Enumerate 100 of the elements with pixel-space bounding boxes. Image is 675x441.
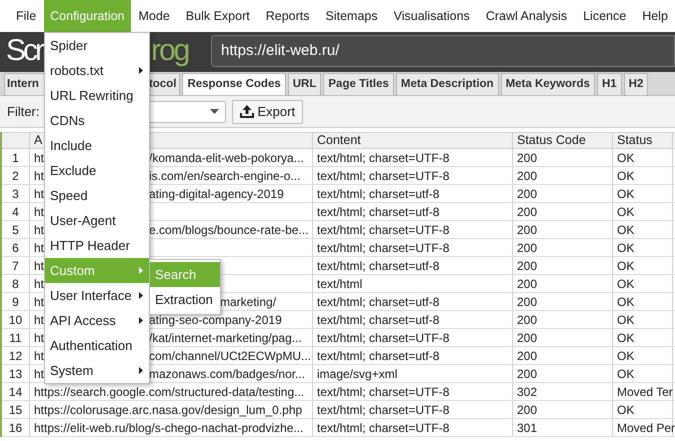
row-number: 11 — [2, 329, 30, 346]
table-cell: text/html; charset=utf-8 — [317, 187, 440, 201]
menu-item[interactable]: robots.txt — [45, 58, 149, 83]
table-cell: 200 — [517, 367, 538, 381]
table-cell: OK — [617, 331, 634, 345]
table-cell: ht — [34, 151, 44, 165]
table-cell-text: /komanda-elit-web-pokorya... — [149, 150, 304, 167]
table-cell: Moved Ter — [617, 385, 673, 399]
table-cell: OK — [617, 403, 634, 417]
menu-item[interactable]: Speed — [45, 183, 149, 208]
table-cell: OK — [617, 349, 634, 363]
table-cell: OK — [617, 169, 634, 183]
table-cell: text/html; charset=utf-8 — [317, 259, 440, 273]
menu-item[interactable]: File — [8, 0, 44, 32]
row-number: 2 — [2, 167, 30, 184]
table-cell: text/html; charset=UTF-8 — [317, 421, 450, 435]
menu-item[interactable]: User Interface — [45, 283, 149, 308]
tab[interactable]: Intern — [4, 73, 45, 95]
tab[interactable]: Response Codes — [182, 73, 286, 95]
table-cell: 200 — [517, 223, 538, 237]
menu-item[interactable]: System — [45, 358, 149, 383]
row-number: 3 — [2, 185, 30, 202]
table-cell: ht — [34, 223, 44, 237]
table-cell-text: ating-digital-agency-2019 — [149, 186, 284, 203]
menu-item[interactable]: Reports — [258, 0, 318, 32]
table-cell: image/svg+xml — [317, 367, 398, 381]
row-number: 8 — [2, 275, 30, 292]
column-header[interactable]: Content — [313, 133, 513, 148]
filter-label: Filter: — [7, 102, 40, 121]
menu-item[interactable]: User-Agent — [45, 208, 149, 233]
menu-item[interactable]: API Access — [45, 308, 149, 333]
upload-icon — [240, 105, 254, 118]
column-header[interactable]: Status — [613, 133, 673, 148]
tab[interactable]: Meta Keywords — [500, 73, 595, 95]
menu-item[interactable]: CDNs — [45, 108, 149, 133]
url-field[interactable]: https://elit-web.ru/ — [211, 35, 675, 67]
tab[interactable]: Page Titles — [323, 73, 394, 95]
table-cell: OK — [617, 187, 634, 201]
table-cell: OK — [617, 241, 634, 255]
tab[interactable]: Meta Description — [396, 73, 499, 95]
table-cell: text/html; charset=UTF-8 — [317, 385, 450, 399]
table-cell: 200 — [517, 151, 538, 165]
table-cell: ht — [34, 349, 44, 363]
tab[interactable]: H2 — [624, 73, 648, 95]
table-cell: ht — [34, 313, 44, 327]
menu-item[interactable]: Mode — [130, 0, 178, 32]
table-cell: ht — [34, 241, 44, 255]
menu-item[interactable]: Help — [634, 0, 675, 32]
table-cell: text/html; charset=UTF-8 — [317, 151, 450, 165]
row-number: 15 — [2, 401, 30, 418]
row-number: 12 — [2, 347, 30, 364]
table-cell: ht — [34, 187, 44, 201]
table-cell: ht — [34, 277, 44, 291]
table-cell: OK — [617, 295, 634, 309]
menu-item[interactable]: Authentication — [45, 333, 149, 358]
menu-item[interactable]: Crawl Analysis — [478, 0, 576, 32]
menu-item[interactable]: URL Rewriting — [45, 83, 149, 108]
table-cell: OK — [617, 277, 634, 291]
table-cell: OK — [617, 313, 634, 327]
row-number: 5 — [2, 221, 30, 238]
table-cell-text: /kat/internet-marketing/pag... — [149, 330, 302, 347]
tab[interactable]: URL — [288, 73, 322, 95]
logo: Scr — [6, 36, 42, 66]
menu-item[interactable]: Exclude — [45, 158, 149, 183]
row-number: 13 — [2, 365, 30, 382]
table-cell: text/html; charset=UTF-8 — [317, 331, 450, 345]
table-cell: ht — [34, 367, 44, 381]
table-cell: 302 — [517, 385, 538, 399]
caret-icon — [210, 109, 218, 114]
table-cell: ht — [34, 295, 44, 309]
menu-item[interactable]: Bulk Export — [178, 0, 258, 32]
menu-item[interactable]: Spider — [45, 33, 149, 58]
table-cell-text: ating-seo-company-2019 — [149, 312, 282, 329]
table-cell: text/html; charset=UTF-8 — [317, 169, 450, 183]
table-cell: text/html; charset=utf-8 — [317, 313, 440, 327]
menu-item[interactable]: HTTP Header — [45, 233, 149, 258]
menu-item[interactable]: Licence — [575, 0, 634, 32]
menu-item[interactable]: Visualisations — [386, 0, 478, 32]
logo: rog — [151, 36, 188, 66]
menu-item[interactable]: Extraction — [150, 287, 220, 312]
table-cell: https://colorusage.arc.nasa.gov/design_lum_0.php — [34, 403, 302, 417]
table-cell: 200 — [517, 313, 538, 327]
table-cell: ht — [34, 331, 44, 345]
row-number: 16 — [2, 419, 30, 436]
row-number: 10 — [2, 311, 30, 328]
table-cell: 200 — [517, 259, 538, 273]
table-cell: text/html; charset=utf-8 — [317, 205, 440, 219]
table-cell: ht — [34, 169, 44, 183]
tab[interactable]: H1 — [596, 73, 622, 95]
table-cell: 301 — [517, 421, 538, 435]
table-cell-text: mazonaws.com/badges/nor... — [149, 366, 306, 383]
table-cell: text/html; charset=UTF-8 — [317, 223, 450, 237]
table-cell: text/html; charset=UTF-8 — [317, 403, 450, 417]
export-button[interactable]: Export — [232, 100, 304, 124]
table-cell: OK — [617, 259, 634, 273]
column-header[interactable]: Status Code — [513, 133, 613, 148]
table-cell: OK — [617, 151, 634, 165]
menu-item[interactable]: Sitemaps — [318, 0, 386, 32]
table-cell-text: e.com/blogs/bounce-rate-be... — [149, 222, 308, 239]
table-cell: text/html — [317, 277, 362, 291]
